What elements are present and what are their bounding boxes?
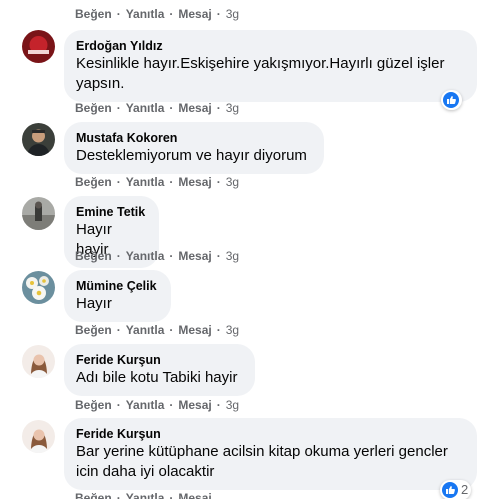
- like-button[interactable]: Beğen: [75, 7, 112, 21]
- avatar[interactable]: [22, 123, 55, 156]
- comment-text: Desteklemiyorum ve hayır diyorum: [76, 147, 307, 164]
- comment-text: Kesinlikle hayır.Eskişehire yakışmıyor.H…: [76, 55, 445, 92]
- separator: ·: [216, 249, 221, 263]
- message-button[interactable]: Mesaj: [178, 249, 211, 263]
- separator: ·: [116, 101, 121, 115]
- message-button[interactable]: Mesaj: [178, 101, 211, 115]
- comment-author[interactable]: Mustafa Kokoren: [76, 130, 312, 146]
- separator: ·: [169, 175, 174, 189]
- separator: ·: [216, 398, 221, 412]
- separator: ·: [216, 175, 221, 189]
- avatar[interactable]: [22, 30, 55, 63]
- like-button[interactable]: Beğen: [75, 249, 112, 263]
- like-icon: [442, 482, 458, 498]
- reply-button[interactable]: Yanıtla: [126, 398, 165, 412]
- comment-author[interactable]: Feride Kurşun: [76, 426, 457, 442]
- comment-author[interactable]: Feride Kurşun: [76, 352, 243, 368]
- reply-button[interactable]: Yanıtla: [126, 249, 165, 263]
- message-button[interactable]: Mesaj: [178, 7, 211, 21]
- comment-actions: Beğen · Yanıtla · Mesaj · 3g: [75, 100, 239, 116]
- comment-actions: Beğen · Yanıtla · Mesaj · 3g: [75, 248, 239, 264]
- message-button[interactable]: Mesaj: [178, 323, 211, 337]
- separator: ·: [169, 7, 174, 21]
- reply-button[interactable]: Yanıtla: [126, 491, 165, 499]
- reply-button[interactable]: Yanıtla: [126, 101, 165, 115]
- like-button[interactable]: Beğen: [75, 491, 112, 499]
- separator: ·: [116, 7, 121, 21]
- avatar[interactable]: [22, 197, 55, 230]
- comment-timestamp[interactable]: 3g: [226, 398, 239, 412]
- comment-timestamp[interactable]: 3g: [226, 323, 239, 337]
- like-icon: [443, 92, 459, 108]
- avatar[interactable]: [22, 345, 55, 378]
- like-button[interactable]: Beğen: [75, 175, 112, 189]
- separator: ·: [169, 249, 174, 263]
- comment-actions: Beğen · Yanıtla · Mesaj · 3g: [75, 322, 239, 338]
- separator: ·: [116, 249, 121, 263]
- separator: ·: [216, 7, 221, 21]
- comment-text: Bar yerine kütüphane acilsin kitap okuma…: [76, 443, 448, 480]
- separator: ·: [169, 323, 174, 337]
- avatar[interactable]: [22, 420, 55, 453]
- message-button[interactable]: Mesaj: [178, 398, 211, 412]
- separator: ·: [169, 491, 174, 499]
- comment-actions: Beğen · Yanıtla · Mesaj · 3g: [75, 397, 239, 413]
- comment-bubble: Feride Kurşun Adı bile kotu Tabiki hayir: [64, 344, 255, 396]
- message-button[interactable]: Mesaj: [178, 175, 211, 189]
- comment-timestamp[interactable]: 3g: [226, 249, 239, 263]
- reaction-badge[interactable]: [441, 90, 462, 110]
- comment-bubble: Feride Kurşun Bar yerine kütüphane acils…: [64, 418, 477, 490]
- separator: ·: [116, 398, 121, 412]
- separator: ·: [116, 323, 121, 337]
- comment-bubble: Mustafa Kokoren Desteklemiyorum ve hayır…: [64, 122, 324, 174]
- comment-timestamp[interactable]: 3g: [226, 101, 239, 115]
- comment-author[interactable]: Emine Tetik: [76, 204, 147, 220]
- reply-button[interactable]: Yanıtla: [126, 7, 165, 21]
- comment-text: Hayır: [76, 295, 112, 312]
- like-button[interactable]: Beğen: [75, 398, 112, 412]
- comment-author[interactable]: Mümine Çelik: [76, 278, 159, 294]
- comment-actions: Beğen · Yanıtla · Mesaj · 3g: [75, 6, 239, 22]
- comment-timestamp[interactable]: 3g: [226, 7, 239, 21]
- separator: ·: [216, 101, 221, 115]
- reaction-badge[interactable]: 2: [440, 480, 472, 499]
- like-button[interactable]: Beğen: [75, 323, 112, 337]
- separator: ·: [116, 491, 121, 499]
- separator: ·: [116, 175, 121, 189]
- reply-button[interactable]: Yanıtla: [126, 175, 165, 189]
- separator: ·: [169, 101, 174, 115]
- reaction-count: 2: [461, 482, 469, 497]
- like-button[interactable]: Beğen: [75, 101, 112, 115]
- message-button[interactable]: Mesaj: [178, 491, 211, 499]
- separator: ·: [216, 323, 221, 337]
- separator: ·: [169, 398, 174, 412]
- comment-bubble: Erdoğan Yıldız Kesinlikle hayır.Eskişehi…: [64, 30, 477, 102]
- comment-actions: Beğen · Yanıtla · Mesaj · 3g: [75, 174, 239, 190]
- reply-button[interactable]: Yanıtla: [126, 323, 165, 337]
- avatar[interactable]: [22, 271, 55, 304]
- comment-author[interactable]: Erdoğan Yıldız: [76, 38, 465, 54]
- comment-text: Adı bile kotu Tabiki hayir: [76, 369, 238, 386]
- comment-timestamp[interactable]: 3g: [226, 175, 239, 189]
- comment-actions: Beğen · Yanıtla · Mesaj: [75, 490, 212, 499]
- comment-bubble: Mümine Çelik Hayır: [64, 270, 171, 322]
